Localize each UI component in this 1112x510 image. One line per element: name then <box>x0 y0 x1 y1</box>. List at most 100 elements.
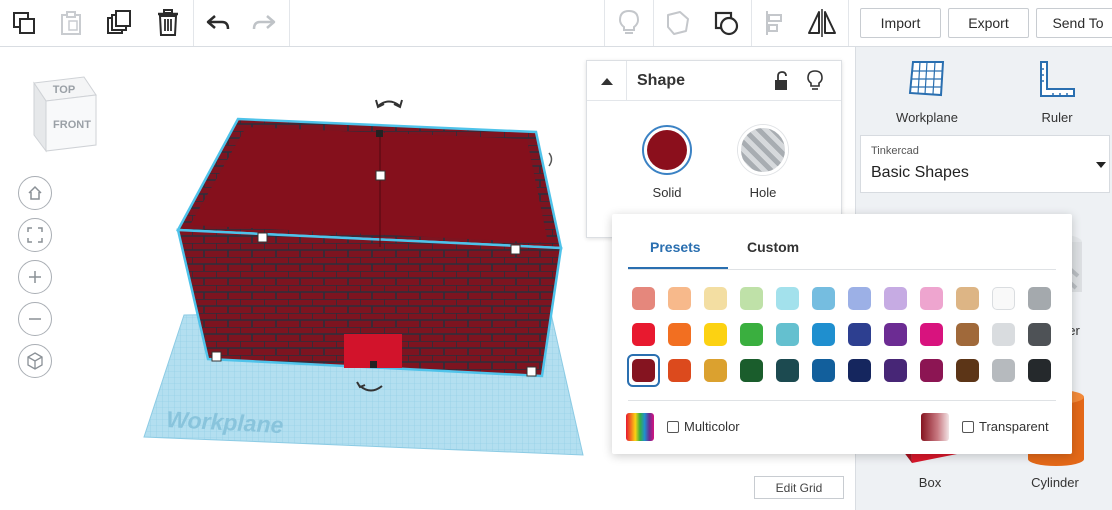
workplane-icon <box>908 61 945 97</box>
tab-presets[interactable]: Presets <box>650 239 701 255</box>
lock-button[interactable] <box>773 71 789 96</box>
show-all-button[interactable] <box>704 0 750 46</box>
hole-option[interactable] <box>738 125 788 175</box>
solid-option[interactable] <box>642 125 692 175</box>
perspective-button[interactable] <box>18 344 52 378</box>
color-swatch[interactable] <box>920 287 943 310</box>
color-swatch[interactable] <box>1028 323 1051 346</box>
multicolor-label: Multicolor <box>684 419 740 434</box>
color-swatch[interactable] <box>632 287 655 310</box>
color-swatch[interactable] <box>704 323 727 346</box>
transparent-label: Transparent <box>979 419 1049 434</box>
duplicate-button[interactable] <box>96 0 142 46</box>
ruler-tool[interactable]: Ruler <box>1002 59 1112 125</box>
color-swatch[interactable] <box>956 359 979 382</box>
home-icon <box>28 185 42 200</box>
color-swatch[interactable] <box>956 323 979 346</box>
toolbar-divider <box>751 0 752 46</box>
color-swatch[interactable] <box>920 323 943 346</box>
shape-library-dropdown[interactable]: Tinkercad Basic Shapes <box>860 135 1110 193</box>
paste-button[interactable] <box>48 0 94 46</box>
redo-icon <box>252 15 276 30</box>
color-swatch[interactable] <box>848 323 871 346</box>
move-handle[interactable] <box>370 361 377 368</box>
collapse-inspector-button[interactable] <box>587 61 627 101</box>
show-all-icon <box>714 11 739 36</box>
workplane-tool[interactable]: Workplane <box>872 59 982 125</box>
multicolor-checkbox[interactable] <box>667 421 679 433</box>
edit-grid-button[interactable]: Edit Grid <box>754 476 844 499</box>
color-swatch[interactable] <box>992 359 1015 382</box>
color-swatch[interactable] <box>884 359 907 382</box>
undo-button[interactable] <box>195 0 241 46</box>
picker-divider <box>628 400 1056 401</box>
color-swatch[interactable] <box>1028 287 1051 310</box>
color-swatch[interactable] <box>740 359 763 382</box>
shape-label-cylinder: Cylinder <box>1031 475 1079 490</box>
color-swatch[interactable] <box>812 359 835 382</box>
align-button[interactable] <box>753 0 799 46</box>
color-swatch[interactable] <box>920 359 943 382</box>
color-swatch[interactable] <box>812 287 835 310</box>
viewcube-top-label[interactable]: TOP <box>53 84 75 96</box>
color-swatch[interactable] <box>992 287 1015 310</box>
color-swatch[interactable] <box>776 359 799 382</box>
color-swatch[interactable] <box>740 323 763 346</box>
color-swatch[interactable] <box>632 323 655 346</box>
comment-button[interactable] <box>655 0 701 46</box>
solid-label: Solid <box>652 185 682 200</box>
mirror-button[interactable] <box>799 0 845 46</box>
import-button[interactable]: Import <box>860 8 941 38</box>
rotate-handle-side[interactable] <box>548 152 553 167</box>
color-swatch[interactable] <box>776 287 799 310</box>
inspector-title: Shape <box>637 72 686 89</box>
height-handle[interactable] <box>376 130 383 137</box>
color-swatch[interactable] <box>740 287 763 310</box>
color-picker-popover: Presets Custom Multicolor Transparent <box>612 214 1072 454</box>
resize-handle[interactable] <box>510 244 521 255</box>
rotate-handle-top[interactable] <box>375 99 403 109</box>
resize-handle[interactable] <box>211 351 222 362</box>
copy-button[interactable] <box>1 0 47 46</box>
shape-label-box: Box <box>918 475 942 490</box>
color-swatch[interactable] <box>668 323 691 346</box>
zoom-out-button[interactable] <box>18 302 52 336</box>
view-cube[interactable]: TOP FRONT <box>28 73 102 158</box>
transparent-checkbox[interactable] <box>962 421 974 433</box>
color-swatch[interactable] <box>812 323 835 346</box>
redo-button[interactable] <box>241 0 287 46</box>
zoom-in-button[interactable] <box>18 260 52 294</box>
selected-box-shape[interactable] <box>175 117 563 378</box>
light-button[interactable] <box>807 70 823 97</box>
color-swatch[interactable] <box>884 287 907 310</box>
color-swatch[interactable] <box>956 287 979 310</box>
fit-view-button[interactable] <box>18 218 52 252</box>
color-swatch[interactable] <box>992 323 1015 346</box>
color-swatch[interactable] <box>776 323 799 346</box>
color-swatch[interactable] <box>848 359 871 382</box>
lightbulb-icon <box>807 70 823 90</box>
color-swatch[interactable] <box>668 287 691 310</box>
export-button[interactable]: Export <box>948 8 1029 38</box>
color-swatch[interactable] <box>848 287 871 310</box>
resize-handle[interactable] <box>526 366 537 377</box>
color-swatch[interactable] <box>704 359 727 382</box>
color-swatch[interactable] <box>1028 359 1051 382</box>
cube-icon <box>27 352 43 370</box>
align-icon <box>766 11 782 35</box>
resize-handle[interactable] <box>375 170 386 181</box>
resize-handle[interactable] <box>257 232 268 243</box>
notes-button[interactable] <box>606 0 652 46</box>
workplane-tool-label: Workplane <box>896 110 958 125</box>
color-swatch[interactable] <box>884 323 907 346</box>
delete-button[interactable] <box>145 0 191 46</box>
viewcube-front-label[interactable]: FRONT <box>53 119 91 131</box>
color-swatch[interactable] <box>668 359 691 382</box>
unlock-icon <box>775 71 787 90</box>
home-view-button[interactable] <box>18 176 52 210</box>
send-to-button[interactable]: Send To <box>1036 8 1112 38</box>
ruler-icon <box>1040 61 1075 97</box>
mirror-icon <box>808 9 836 37</box>
tab-custom[interactable]: Custom <box>747 239 799 255</box>
color-swatch[interactable] <box>704 287 727 310</box>
